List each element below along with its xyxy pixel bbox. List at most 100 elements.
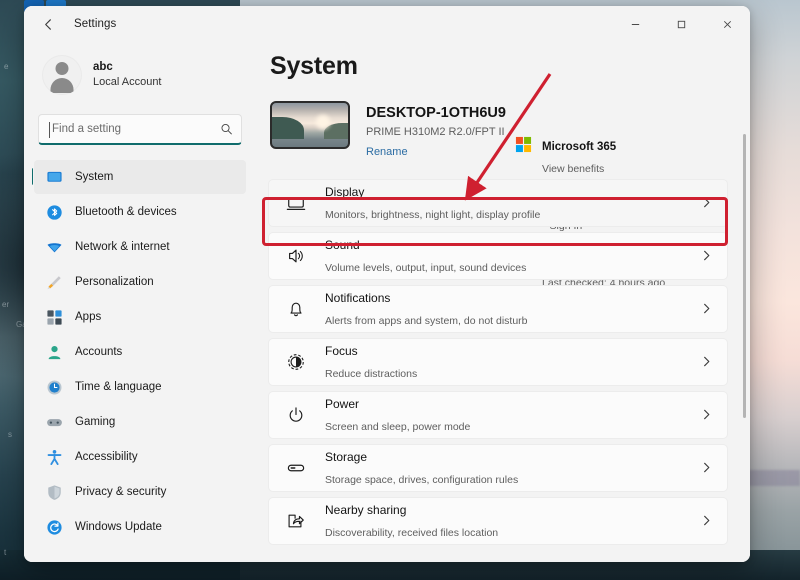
chevron-right-icon [700, 249, 713, 262]
quick-link-title: Microsoft 365 [542, 141, 616, 153]
settings-row-sub: Discoverability, received files location [325, 527, 498, 539]
settings-row-sub: Alerts from apps and system, do not dist… [325, 315, 528, 327]
search-input[interactable] [39, 123, 241, 135]
desktop-background: e er Ga s t Settings [0, 0, 800, 580]
window-body: abc Local Account [24, 42, 750, 562]
sidebar-item-label: Accounts [75, 346, 122, 358]
close-button[interactable] [704, 6, 750, 42]
wifi-icon [46, 239, 63, 256]
sidebar-item-label: Personalization [75, 276, 154, 288]
settings-row-text: Power Screen and sleep, power mode [325, 393, 470, 436]
device-model: PRIME H310M2 R2.0/FPT II [366, 125, 506, 141]
bluetooth-icon [46, 204, 63, 221]
quick-link-microsoft-365[interactable]: Microsoft 365 View benefits [514, 135, 626, 180]
maximize-button[interactable] [658, 6, 704, 42]
settings-row-text: Nearby sharing Discoverability, received… [325, 499, 498, 542]
back-button[interactable] [32, 9, 64, 39]
clock-icon [46, 379, 63, 396]
window-controls [612, 6, 750, 42]
power-icon [285, 404, 307, 426]
settings-row-notifications[interactable]: Notifications Alerts from apps and syste… [268, 285, 728, 333]
person-icon [46, 344, 63, 361]
maximize-icon [676, 19, 687, 30]
settings-row-nearby-sharing[interactable]: Nearby sharing Discoverability, received… [268, 497, 728, 545]
settings-row-text: Focus Reduce distractions [325, 340, 417, 383]
gamepad-icon [46, 414, 63, 431]
settings-row-title: Display [325, 185, 364, 199]
sidebar-item-windows-update[interactable]: Windows Update [34, 510, 246, 544]
sidebar-item-system[interactable]: System [34, 160, 246, 194]
sidebar-item-network-internet[interactable]: Network & internet [34, 230, 246, 264]
sidebar-item-accounts[interactable]: Accounts [34, 335, 246, 369]
sidebar-item-accessibility[interactable]: Accessibility [34, 440, 246, 474]
profile-text: abc Local Account [93, 60, 162, 90]
settings-row-text: Storage Storage space, drives, configura… [325, 446, 518, 489]
sidebar-item-label: Apps [75, 311, 101, 323]
thumb-sun [316, 115, 330, 129]
page-title: System [270, 52, 728, 81]
search-button[interactable] [220, 123, 233, 136]
settings-card-list: Display Monitors, brightness, night ligh… [268, 179, 728, 545]
device-name: DESKTOP-1OTH6U9 [366, 103, 506, 124]
chevron-right-icon [700, 302, 713, 315]
sidebar-item-label: Accessibility [75, 451, 138, 463]
main-content: System DESKTOP-1OTH6U9 PRIME H310M2 R2.0… [256, 42, 750, 562]
display-monitor-icon [285, 192, 307, 214]
sidebar-item-label: System [75, 171, 113, 183]
sidebar-item-apps[interactable]: Apps [34, 300, 246, 334]
sidebar-item-label: Windows Update [75, 521, 162, 533]
sidebar-item-personalization[interactable]: Personalization [34, 265, 246, 299]
avatar-body-icon [51, 78, 74, 93]
bell-icon [285, 298, 307, 320]
settings-row-sound[interactable]: Sound Volume levels, output, input, soun… [268, 232, 728, 280]
settings-row-power[interactable]: Power Screen and sleep, power mode [268, 391, 728, 439]
speaker-icon [285, 245, 307, 267]
apps-grid-icon [46, 309, 63, 326]
content-scrollbar[interactable] [743, 134, 746, 418]
chevron-right-icon [700, 355, 713, 368]
quick-link-text: Microsoft 365 View benefits [542, 135, 616, 180]
text-caret [49, 122, 50, 138]
sidebar-item-bluetooth-devices[interactable]: Bluetooth & devices [34, 195, 246, 229]
settings-row-sub: Volume levels, output, input, sound devi… [325, 262, 526, 274]
sidebar-item-label: Bluetooth & devices [75, 206, 177, 218]
sidebar-item-privacy-security[interactable]: Privacy & security [34, 475, 246, 509]
settings-row-sub: Screen and sleep, power mode [325, 421, 470, 433]
tablet-device-icon [270, 101, 350, 149]
settings-row-text: Notifications Alerts from apps and syste… [325, 287, 528, 330]
minimize-button[interactable] [612, 6, 658, 42]
shield-icon [46, 484, 63, 501]
chevron-right-icon [700, 196, 713, 209]
settings-row-display[interactable]: Display Monitors, brightness, night ligh… [268, 179, 728, 227]
settings-row-focus[interactable]: Focus Reduce distractions [268, 338, 728, 386]
close-icon [722, 19, 733, 30]
sidebar-item-label: Network & internet [75, 241, 170, 253]
search-container [32, 104, 248, 157]
window-title: Settings [74, 18, 116, 30]
settings-row-title: Nearby sharing [325, 503, 406, 517]
settings-row-sub: Storage space, drives, configuration rul… [325, 474, 518, 486]
sidebar-item-gaming[interactable]: Gaming [34, 405, 246, 439]
accessibility-icon [46, 449, 63, 466]
search-icon [220, 123, 233, 136]
sidebar-item-label: Privacy & security [75, 486, 166, 498]
rename-link[interactable]: Rename [366, 145, 506, 161]
settings-row-title: Storage [325, 450, 367, 464]
sidebar-item-label: Gaming [75, 416, 115, 428]
settings-row-storage[interactable]: Storage Storage space, drives, configura… [268, 444, 728, 492]
sidebar-nav: System Bluetooth & devices [32, 157, 248, 545]
sidebar-item-time-language[interactable]: Time & language [34, 370, 246, 404]
chevron-right-icon [700, 514, 713, 527]
back-arrow-icon [41, 17, 56, 32]
search-box[interactable] [38, 114, 242, 145]
storage-drive-icon [285, 457, 307, 479]
avatar [42, 55, 82, 95]
window-titlebar: Settings [24, 6, 750, 42]
settings-row-text: Display Monitors, brightness, night ligh… [325, 181, 540, 224]
share-icon [285, 510, 307, 532]
microsoft-365-icon [514, 135, 533, 154]
focus-moon-icon [285, 351, 307, 373]
monitor-icon [46, 169, 63, 186]
avatar-head-icon [56, 62, 69, 75]
user-profile[interactable]: abc Local Account [32, 42, 248, 104]
